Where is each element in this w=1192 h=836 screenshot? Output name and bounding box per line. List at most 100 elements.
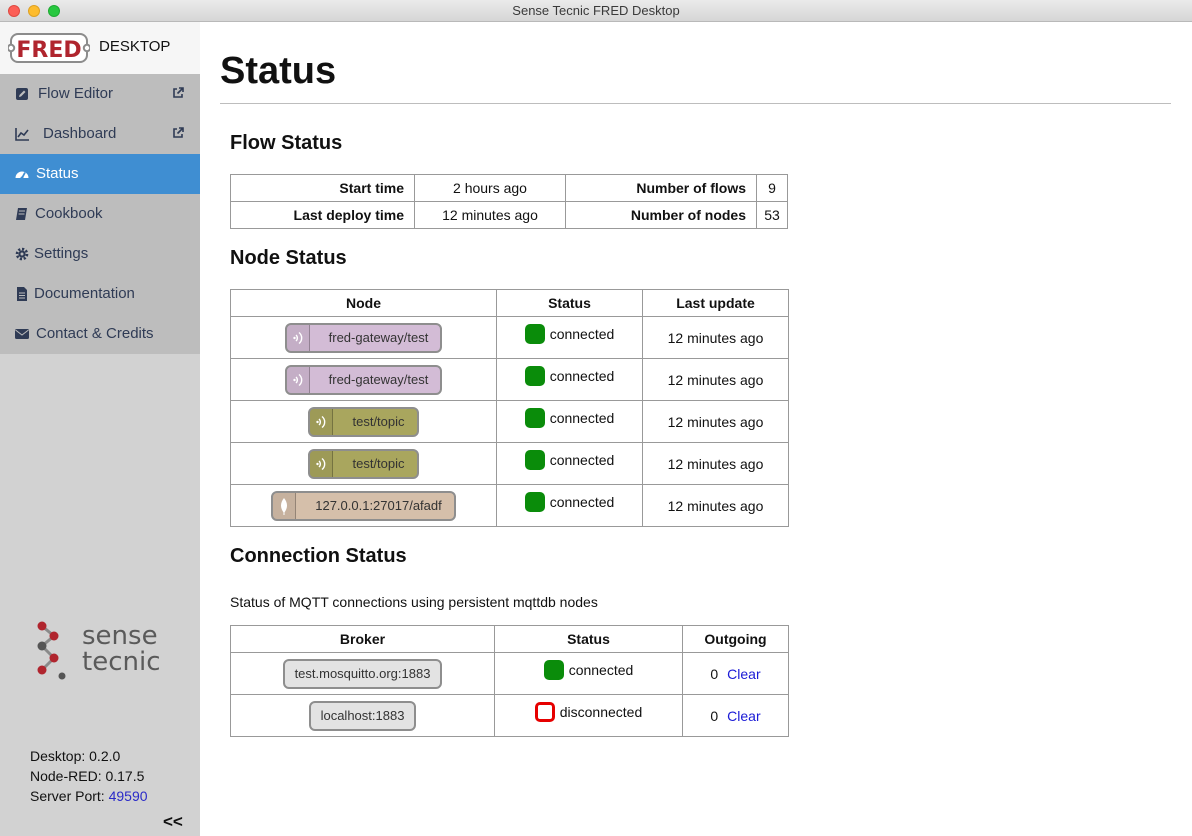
node-pill[interactable]: fred-gateway/test bbox=[284, 364, 443, 395]
column-header-last-update: Last update bbox=[642, 289, 789, 317]
node-pill[interactable]: test/topic bbox=[308, 406, 419, 437]
broker-pill[interactable]: localhost:1883 bbox=[308, 700, 417, 731]
sidebar-item-settings[interactable]: Settings bbox=[0, 234, 200, 274]
broker-pill[interactable]: test.mosquitto.org:1883 bbox=[282, 658, 443, 689]
table-header-row: Node Status Last update bbox=[230, 289, 789, 317]
sidebar-item-dashboard[interactable]: Dashboard bbox=[0, 114, 200, 154]
collapse-sidebar-button[interactable]: << bbox=[163, 812, 183, 832]
last-update-cell: 12 minutes ago bbox=[642, 358, 789, 401]
status-cell: connected bbox=[496, 400, 643, 443]
node-status-table: Node Status Last update fred-gateway/tes… bbox=[230, 289, 789, 527]
last-deploy-value: 12 minutes ago bbox=[414, 201, 566, 229]
broker-cell: test.mosquitto.org:1883 bbox=[230, 652, 495, 695]
sidebar-item-status[interactable]: Status bbox=[0, 154, 200, 194]
flow-status-table: Start time 2 hours ago Number of flows 9… bbox=[230, 174, 788, 229]
sidebar-nav: Flow Editor Dashboard Status Cookbook Se… bbox=[0, 74, 200, 354]
connection-status-heading: Connection Status bbox=[230, 545, 407, 567]
fred-logo[interactable]: FRED bbox=[8, 32, 90, 64]
status-connected-icon bbox=[524, 492, 545, 512]
status-cell: connected bbox=[496, 484, 643, 527]
status-connected-icon bbox=[524, 324, 545, 344]
wifi-icon bbox=[310, 450, 334, 477]
server-port-label: Server Port: bbox=[30, 788, 109, 804]
column-header-outgoing: Outgoing bbox=[682, 625, 789, 653]
node-label: fred-gateway/test bbox=[328, 330, 429, 345]
status-cell: connected bbox=[496, 358, 643, 401]
file-text-icon bbox=[17, 287, 27, 301]
wifi-icon bbox=[286, 366, 310, 393]
status-cell: disconnected bbox=[494, 694, 683, 737]
sidebar-item-label: Status bbox=[36, 165, 79, 182]
wifi-icon bbox=[310, 408, 334, 435]
table-row: localhost:1883 disconnected 0 Clear bbox=[230, 694, 789, 737]
main-content: Status Flow Status Start time 2 hours ag… bbox=[220, 22, 1172, 836]
outgoing-count: 0 bbox=[710, 665, 719, 682]
sidebar-item-cookbook[interactable]: Cookbook bbox=[0, 194, 200, 234]
node-cell: fred-gateway/test bbox=[230, 316, 497, 359]
node-label: test/topic bbox=[352, 456, 405, 471]
outgoing-count: 0 bbox=[710, 707, 719, 724]
last-update-cell: 12 minutes ago bbox=[642, 400, 789, 443]
status-text: connected bbox=[549, 494, 615, 510]
last-update-cell: 12 minutes ago bbox=[642, 442, 789, 485]
status-text: connected bbox=[549, 368, 615, 384]
table-row: Start time 2 hours ago Number of flows 9 bbox=[230, 174, 788, 202]
book-icon bbox=[16, 208, 27, 220]
status-connected-icon bbox=[524, 408, 545, 428]
version-info: Desktop: 0.2.0 Node-RED: 0.17.5 Server P… bbox=[30, 746, 148, 806]
window-minimize-button[interactable] bbox=[28, 5, 40, 17]
window-maximize-button[interactable] bbox=[48, 5, 60, 17]
status-text: disconnected bbox=[559, 704, 643, 720]
table-row: test.mosquitto.org:1883 connected 0 Clear bbox=[230, 652, 789, 695]
gear-icon bbox=[15, 247, 29, 261]
node-cell: 127.0.0.1:27017/afadf bbox=[230, 484, 497, 527]
table-row: fred-gateway/test connected 12 minutes a… bbox=[230, 316, 789, 359]
server-port-link[interactable]: 49590 bbox=[109, 788, 148, 804]
outgoing-cell: 0 Clear bbox=[682, 694, 789, 737]
line-chart-icon bbox=[15, 128, 29, 141]
node-pill[interactable]: fred-gateway/test bbox=[284, 322, 443, 353]
node-pill[interactable]: 127.0.0.1:27017/afadf bbox=[271, 490, 456, 521]
sidebar-item-label: Dashboard bbox=[43, 125, 117, 142]
table-row: test/topic connected 12 minutes ago bbox=[230, 400, 789, 443]
status-disconnected-icon bbox=[534, 702, 555, 722]
status-cell: connected bbox=[494, 652, 683, 695]
sidebar: FRED DESKTOP Flow Editor Dashboard Statu… bbox=[0, 22, 200, 836]
clear-link[interactable]: Clear bbox=[727, 708, 760, 724]
node-pill[interactable]: test/topic bbox=[308, 448, 419, 479]
status-text: connected bbox=[549, 326, 615, 342]
sidebar-item-flow-editor[interactable]: Flow Editor bbox=[0, 74, 200, 114]
page-title: Status bbox=[220, 50, 337, 92]
svg-text:tecnic: tecnic bbox=[82, 647, 160, 677]
node-label: 127.0.0.1:27017/afadf bbox=[315, 498, 442, 513]
status-cell: connected bbox=[496, 442, 643, 485]
status-text: connected bbox=[549, 452, 615, 468]
table-row: 127.0.0.1:27017/afadf connected 12 minut… bbox=[230, 484, 789, 527]
leaf-icon bbox=[273, 492, 297, 519]
external-link-icon[interactable] bbox=[171, 126, 185, 140]
desktop-version: Desktop: 0.2.0 bbox=[30, 748, 121, 764]
clear-link[interactable]: Clear bbox=[727, 666, 760, 682]
last-update-cell: 12 minutes ago bbox=[642, 316, 789, 359]
window-close-button[interactable] bbox=[8, 5, 20, 17]
table-header-row: Broker Status Outgoing bbox=[230, 625, 789, 653]
envelope-icon bbox=[15, 329, 29, 339]
sidebar-item-label: Contact & Credits bbox=[36, 325, 154, 342]
start-time-value: 2 hours ago bbox=[414, 174, 566, 202]
external-link-icon[interactable] bbox=[171, 86, 185, 100]
last-deploy-label: Last deploy time bbox=[230, 201, 415, 229]
broker-label: localhost:1883 bbox=[320, 708, 405, 723]
sidebar-item-contact-credits[interactable]: Contact & Credits bbox=[0, 314, 200, 354]
window-title: Sense Tecnic FRED Desktop bbox=[512, 3, 680, 18]
table-row: test/topic connected 12 minutes ago bbox=[230, 442, 789, 485]
sidebar-item-documentation[interactable]: Documentation bbox=[0, 274, 200, 314]
node-cell: test/topic bbox=[230, 442, 497, 485]
node-cell: fred-gateway/test bbox=[230, 358, 497, 401]
outgoing-cell: 0 Clear bbox=[682, 652, 789, 695]
start-time-label: Start time bbox=[230, 174, 415, 202]
flow-status-heading: Flow Status bbox=[230, 132, 343, 154]
title-divider bbox=[220, 103, 1171, 104]
nodes-count-value: 53 bbox=[756, 201, 788, 229]
status-connected-icon bbox=[524, 366, 545, 386]
column-header-status: Status bbox=[494, 625, 683, 653]
